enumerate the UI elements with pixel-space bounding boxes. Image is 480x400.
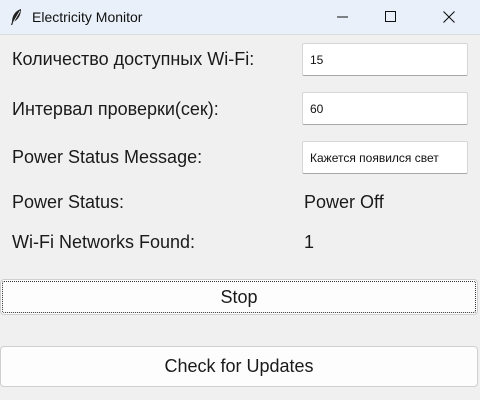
check-updates-button[interactable]: Check for Updates — [0, 346, 478, 387]
maximize-button[interactable] — [368, 0, 414, 34]
close-icon — [443, 11, 455, 23]
interval-input[interactable] — [302, 92, 468, 125]
close-button[interactable] — [426, 0, 472, 34]
wifi-count-input[interactable] — [302, 43, 468, 76]
stop-button[interactable]: Stop — [0, 279, 478, 315]
maximize-icon — [385, 11, 396, 22]
message-label: Power Status Message: — [12, 147, 203, 167]
minimize-button[interactable] — [320, 0, 366, 34]
networks-found-label: Wi-Fi Networks Found: — [12, 232, 196, 252]
title-bar[interactable]: Electricity Monitor — [0, 0, 480, 35]
message-input[interactable] — [302, 141, 468, 174]
interval-label: Интервал проверки(сек): — [12, 99, 219, 119]
window-title: Electricity Monitor — [32, 9, 143, 25]
networks-found-value: 1 — [304, 232, 315, 252]
minimize-icon — [337, 16, 348, 18]
wifi-count-label: Количество доступных Wi-Fi: — [12, 49, 255, 69]
power-status-value: Power Off — [304, 192, 384, 212]
power-status-label: Power Status: — [12, 192, 125, 212]
feather-icon — [9, 8, 23, 26]
